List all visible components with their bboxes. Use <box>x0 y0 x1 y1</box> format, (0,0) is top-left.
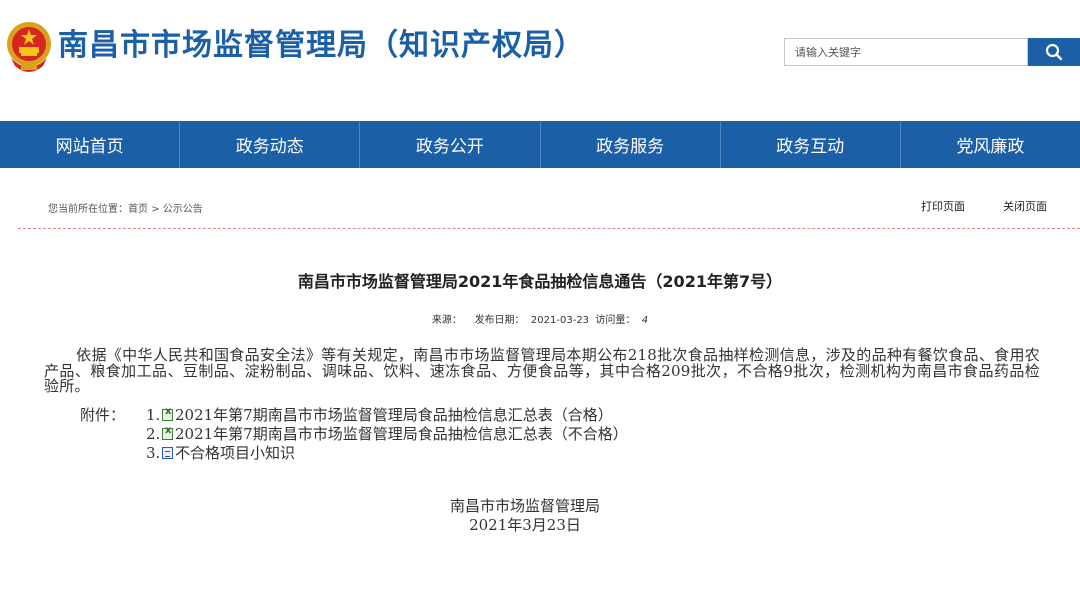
attachment-number: 1. <box>146 406 161 424</box>
article-paragraph: 依据《中华人民共和国食品安全法》等有关规定，南昌市市场监督管理局本期公布218批… <box>44 346 1040 395</box>
attachment-number: 2. <box>146 425 161 443</box>
nav-item-disclosure[interactable]: 政务公开 <box>359 121 539 168</box>
article-meta: 来源： 发布日期： 2021-03-23 访问量： 4 <box>0 311 1080 326</box>
attachment-link-2[interactable]: 2021年第7期南昌市市场监督管理局食品抽检信息汇总表（不合格） <box>175 425 628 443</box>
article-body: 依据《中华人民共和国食品安全法》等有关规定，南昌市市场监督管理局本期公布218批… <box>44 346 1040 395</box>
site-title: 南昌市市场监督管理局（知识产权局） <box>58 28 585 63</box>
views-count: 4 <box>641 315 649 326</box>
attachment-item-1: 附件： 1. 2021年第7期南昌市市场监督管理局食品抽检信息汇总表（合格） <box>80 404 613 425</box>
views-label: 访问量： <box>595 315 636 326</box>
print-page-link[interactable]: 打印页面 <box>921 198 965 214</box>
close-page-link[interactable]: 关闭页面 <box>1003 198 1047 214</box>
date-label: 发布日期： <box>474 315 525 326</box>
breadcrumb-separator: > <box>151 204 160 215</box>
attachment-number: 3. <box>146 444 161 462</box>
nav-item-services[interactable]: 政务服务 <box>539 121 720 168</box>
attachment-link-1[interactable]: 2021年第7期南昌市市场监督管理局食品抽检信息汇总表（合格） <box>175 406 613 424</box>
nav-item-home[interactable]: 网站首页 <box>0 121 179 168</box>
search-button[interactable] <box>1028 38 1080 66</box>
breadcrumb-prefix: 您当前所在位置： <box>48 204 128 215</box>
breadcrumb: 您当前所在位置：首页 > 公示公告 <box>48 200 1048 215</box>
word-file-icon <box>162 447 173 459</box>
national-emblem-icon <box>7 22 51 72</box>
main-nav: 网站首页 政务动态 政务公开 政务服务 政务互动 党风廉政 <box>0 121 1080 168</box>
divider <box>18 228 1080 229</box>
attachment-link-3[interactable]: 不合格项目小知识 <box>175 444 295 462</box>
breadcrumb-home-link[interactable]: 首页 <box>128 204 148 215</box>
site-header: 南昌市市场监督管理局（知识产权局） <box>0 0 1080 120</box>
nav-item-news[interactable]: 政务动态 <box>179 121 359 168</box>
attachment-item-2: 2. 2021年第7期南昌市市场监督管理局食品抽检信息汇总表（不合格） <box>80 423 628 444</box>
page-tools: 打印页面 关闭页面 <box>921 198 1047 214</box>
publish-date: 2021-03-23 <box>530 315 590 326</box>
excel-file-icon <box>162 406 173 421</box>
attachment-item-3: 3. 不合格项目小知识 <box>80 442 295 463</box>
signature-org: 南昌市市场监督管理局 <box>449 497 600 515</box>
excel-file-icon <box>162 425 173 440</box>
search-icon <box>1045 43 1063 61</box>
nav-item-integrity[interactable]: 党风廉政 <box>899 121 1080 168</box>
article-title: 南昌市市场监督管理局2021年食品抽检信息通告（2021年第7号） <box>297 272 783 291</box>
breadcrumb-current-link[interactable]: 公示公告 <box>163 204 203 215</box>
source-label: 来源： <box>431 315 462 326</box>
search-input[interactable] <box>784 38 1028 66</box>
nav-item-interaction[interactable]: 政务互动 <box>719 121 900 168</box>
attachments-label: 附件： <box>80 406 126 424</box>
signature-date: 2021年3月23日 <box>469 516 581 534</box>
